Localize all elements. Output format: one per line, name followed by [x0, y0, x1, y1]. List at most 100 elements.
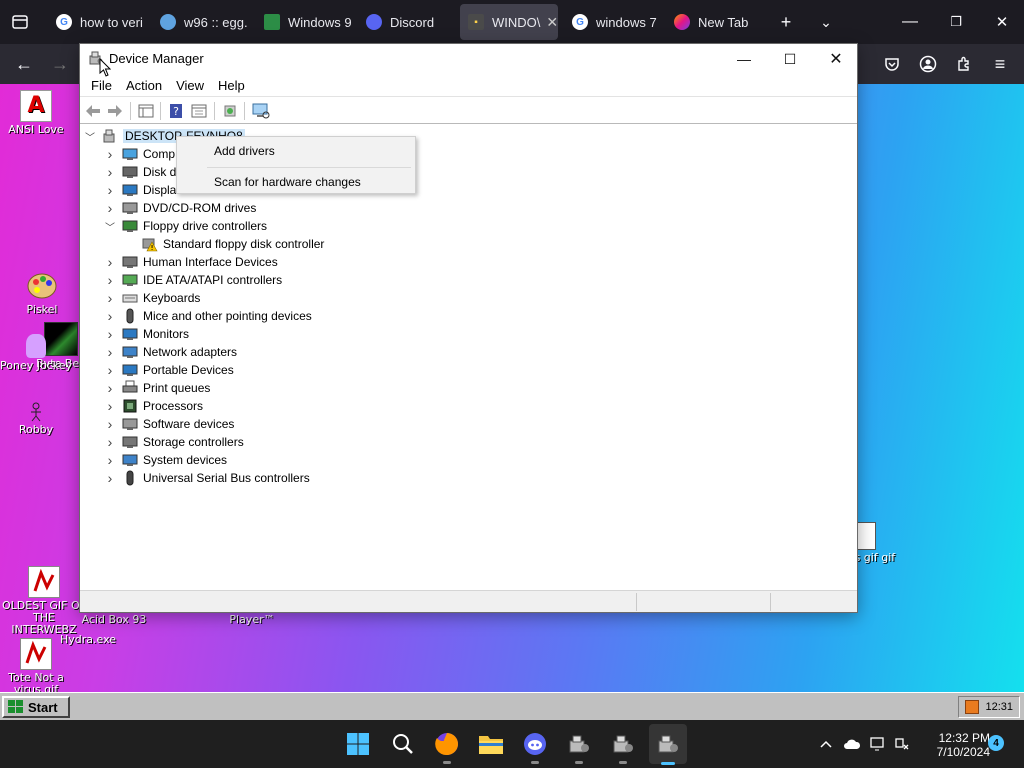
- back-arrow-icon[interactable]: [84, 102, 102, 120]
- browser-tab[interactable]: Windows 9: [256, 4, 352, 40]
- account-icon[interactable]: [916, 52, 940, 76]
- chevron-right-icon[interactable]: ›: [104, 199, 116, 217]
- title-bar[interactable]: Device Manager — ☐ ✕: [80, 44, 857, 74]
- menu-icon[interactable]: ≡: [988, 52, 1012, 76]
- desktop-icon-piskel[interactable]: Piskel: [4, 270, 80, 316]
- desktop-icon-label: Robby: [18, 423, 54, 436]
- forward-arrow-icon[interactable]: [106, 102, 124, 120]
- minimize-button[interactable]: —: [721, 44, 767, 74]
- tree-category[interactable]: › Portable Devices: [104, 361, 234, 379]
- menu-file[interactable]: File: [84, 78, 119, 93]
- chevron-right-icon[interactable]: ›: [104, 379, 116, 397]
- firefox-view-icon[interactable]: [8, 10, 32, 34]
- chevron-right-icon[interactable]: ›: [104, 145, 116, 163]
- maximize-button[interactable]: ☐: [767, 44, 813, 74]
- start-button[interactable]: Start: [2, 696, 70, 718]
- extensions-icon[interactable]: [952, 52, 976, 76]
- tree-category[interactable]: › Network adapters: [104, 343, 237, 361]
- chevron-right-icon[interactable]: ›: [104, 469, 116, 487]
- pocket-icon[interactable]: [880, 52, 904, 76]
- add-drivers-menu-item[interactable]: Add drivers: [177, 140, 415, 162]
- chevron-right-icon[interactable]: ›: [104, 433, 116, 451]
- chevron-right-icon[interactable]: ›: [104, 361, 116, 379]
- tree-category[interactable]: › Monitors: [104, 325, 189, 343]
- forward-icon[interactable]: →: [48, 52, 72, 76]
- browser-tab[interactable]: G windows 7: [564, 4, 662, 40]
- menu-help[interactable]: Help: [211, 78, 252, 93]
- menu-action[interactable]: Action: [119, 78, 169, 93]
- chevron-right-icon[interactable]: ›: [104, 415, 116, 433]
- chevron-right-icon[interactable]: ›: [104, 325, 116, 343]
- desktop-icon-not-a-virus[interactable]: Tote Not a virus.gif: [0, 638, 74, 692]
- tree-category[interactable]: › Storage controllers: [104, 433, 244, 451]
- windows-start-icon[interactable]: [342, 728, 374, 760]
- tree-category[interactable]: › Disk d: [104, 163, 177, 181]
- restore-browser-icon[interactable]: ❐: [944, 10, 968, 34]
- tree-device-item[interactable]: Standard floppy disk controller: [124, 235, 324, 253]
- chevron-right-icon[interactable]: ›: [104, 271, 116, 289]
- browser-tab[interactable]: New Tab: [666, 4, 764, 40]
- desktop-icon-poney-jockey[interactable]: Poney Jockey: [0, 334, 72, 372]
- chevron-right-icon[interactable]: ›: [104, 397, 116, 415]
- desktop-icon-ansi-love[interactable]: A ANSI Love: [0, 90, 74, 136]
- search-icon[interactable]: [387, 728, 419, 760]
- tab-label: New Tab: [698, 14, 749, 30]
- network-icon[interactable]: [890, 728, 914, 760]
- close-tab-icon[interactable]: ✕: [546, 14, 558, 31]
- close-button[interactable]: ✕: [813, 44, 859, 74]
- list-tabs-icon[interactable]: ⌄: [814, 10, 838, 34]
- tree-category[interactable]: › DVD/CD-ROM drives: [104, 199, 257, 217]
- tree-category[interactable]: › Universal Serial Bus controllers: [104, 469, 310, 487]
- chevron-down-icon[interactable]: ﹀: [104, 217, 116, 235]
- display-icon[interactable]: [866, 728, 890, 760]
- tree-category[interactable]: › Keyboards: [104, 289, 201, 307]
- tree-category[interactable]: ﹀ Floppy drive controllers: [104, 217, 267, 235]
- file-explorer-icon[interactable]: [475, 728, 507, 760]
- new-tab-icon[interactable]: +: [774, 10, 798, 34]
- tree-category[interactable]: › Mice and other pointing devices: [104, 307, 312, 325]
- onedrive-cloud-icon[interactable]: [840, 728, 864, 760]
- notification-badge[interactable]: 4: [988, 735, 1004, 751]
- help-icon[interactable]: ?: [167, 102, 185, 120]
- discord-icon[interactable]: [519, 728, 551, 764]
- tree-category[interactable]: › System devices: [104, 451, 227, 469]
- scan-hardware-menu-item[interactable]: Scan for hardware changes: [177, 171, 415, 193]
- browser-tab[interactable]: w96 :: egg.i: [152, 4, 248, 40]
- chevron-right-icon[interactable]: ›: [104, 343, 116, 361]
- chevron-right-icon[interactable]: ›: [104, 451, 116, 469]
- chevron-down-icon[interactable]: ﹀: [84, 127, 96, 145]
- tree-category[interactable]: › Displa: [104, 181, 177, 199]
- w96-app-icon[interactable]: [563, 728, 595, 764]
- tree-category[interactable]: › Software devices: [104, 415, 235, 433]
- close-browser-icon[interactable]: ✕: [990, 10, 1014, 34]
- tree-category[interactable]: › Print queues: [104, 379, 211, 397]
- update-driver-icon[interactable]: [221, 102, 239, 120]
- device-manager-taskbar-icon[interactable]: [649, 724, 687, 765]
- chevron-up-icon[interactable]: [816, 728, 836, 760]
- toolbar-separator: [130, 102, 131, 120]
- browser-tab[interactable]: G how to veri: [48, 4, 144, 40]
- browser-tab[interactable]: Discord: [358, 4, 454, 40]
- clock[interactable]: 12:32 PM 7/10/2024: [918, 729, 990, 761]
- show-hide-tree-icon[interactable]: [137, 102, 155, 120]
- desktop-icon-player[interactable]: Player™: [214, 614, 290, 626]
- tree-category[interactable]: › IDE ATA/ATAPI controllers: [104, 271, 283, 289]
- w96-app-icon[interactable]: [607, 728, 639, 764]
- chevron-right-icon[interactable]: ›: [104, 307, 116, 325]
- browser-tab-active[interactable]: ▪ WINDO\ ✕: [460, 4, 558, 40]
- tree-category[interactable]: › Comp: [104, 145, 175, 163]
- firefox-icon[interactable]: [431, 728, 463, 764]
- tree-category[interactable]: › Processors: [104, 397, 203, 415]
- chevron-right-icon[interactable]: ›: [104, 181, 116, 199]
- chevron-right-icon[interactable]: ›: [104, 289, 116, 307]
- menu-view[interactable]: View: [169, 78, 211, 93]
- desktop-icon-robby[interactable]: Robby: [0, 402, 74, 436]
- chevron-right-icon[interactable]: ›: [104, 253, 116, 271]
- back-icon[interactable]: ←: [12, 52, 36, 76]
- rss-icon[interactable]: [965, 700, 980, 714]
- minimize-browser-icon[interactable]: —: [898, 10, 922, 34]
- scan-hardware-icon[interactable]: [252, 102, 270, 120]
- chevron-right-icon[interactable]: ›: [104, 163, 116, 181]
- properties-icon[interactable]: [190, 102, 208, 120]
- tree-category[interactable]: › Human Interface Devices: [104, 253, 278, 271]
